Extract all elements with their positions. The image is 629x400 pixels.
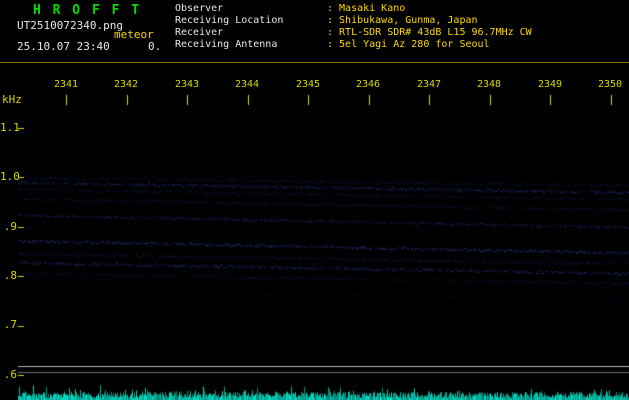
output-filename: UT2510072340.png (17, 19, 123, 32)
echo-count: 0. (148, 40, 162, 53)
meta-row-receiver: Receiver : RTL-SDR SDR# 43dB L15 96.7MHz … (175, 27, 532, 39)
antenna-value: : 5el Yagi Az 280 for Seoul (327, 39, 490, 50)
header-separator (0, 62, 629, 63)
app-title: H R O F F T (33, 3, 142, 18)
x-tick-label-2342: 2342 (113, 79, 139, 90)
receiver-label: Receiver (175, 27, 224, 38)
y-tick-label-1p0: 1.0 (0, 170, 20, 183)
station-info: Observer : Masaki Kano Receiving Location… (175, 3, 532, 51)
y-tick-label-0p7: .7 (3, 318, 17, 331)
y-axis-unit: kHz (2, 93, 22, 106)
meta-row-antenna: Receiving Antenna : 5el Yagi Az 280 for S… (175, 39, 532, 51)
y-tick-label-0p6: .6 (3, 368, 17, 381)
x-tick-label-2341: 2341 (53, 79, 79, 90)
antenna-label: Receiving Antenna (175, 39, 278, 50)
x-tick-label-2350: 2350 (597, 79, 623, 90)
x-tick-label-2344: 2344 (234, 79, 260, 90)
x-tick-label-2348: 2348 (476, 79, 502, 90)
location-value: : Shibukawa, Gunma, Japan (327, 15, 478, 26)
x-tick-label-2347: 2347 (416, 79, 442, 90)
y-tick-label-0p8: .8 (3, 269, 17, 282)
spectrogram-canvas (0, 62, 629, 400)
y-tick-label-0p9: .9 (3, 220, 17, 233)
observer-label: Observer (175, 3, 224, 14)
receiver-value: : RTL-SDR SDR# 43dB L15 96.7MHz CW (327, 27, 532, 38)
x-tick-label-2346: 2346 (355, 79, 381, 90)
x-tick-label-2345: 2345 (295, 79, 321, 90)
location-label: Receiving Location (175, 15, 284, 26)
y-tick-label-1p1: 1.1 (0, 121, 20, 134)
meta-row-location: Receiving Location : Shibukawa, Gunma, Ja… (175, 15, 532, 27)
hrofft-window: H R O F F T UT2510072340.png meteor 25.1… (0, 0, 629, 400)
x-tick-label-2349: 2349 (537, 79, 563, 90)
datetime-label: 25.10.07 23:40 (17, 40, 110, 53)
observer-value: : Masaki Kano (327, 3, 406, 14)
meta-row-observer: Observer : Masaki Kano (175, 3, 532, 15)
x-tick-label-2343: 2343 (174, 79, 200, 90)
